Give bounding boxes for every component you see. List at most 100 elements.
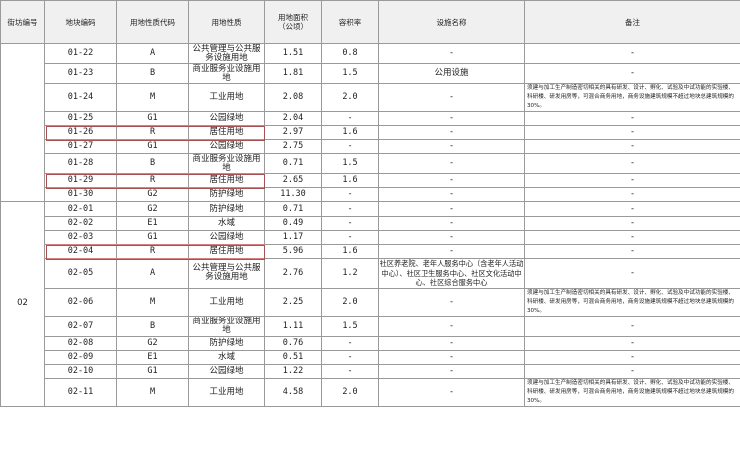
far-cell: 0.8 <box>321 43 379 64</box>
far-cell: 2.0 <box>321 287 379 317</box>
plot-code-cell: 02-09 <box>44 349 117 365</box>
note-cell: - <box>524 139 740 154</box>
land-use-code-cell: G1 <box>116 230 189 245</box>
facility-cell: - <box>378 125 525 140</box>
facility-cell: 社区养老院、老年人服务中心（含老年人活动中心）、社区卫生服务中心、社区文化活动中… <box>378 258 525 289</box>
land-use-cell: 商业服务业设施用地 <box>188 315 265 337</box>
plot-code-cell: 01-27 <box>44 139 117 154</box>
plot-code-cell: 02-04 <box>44 244 117 259</box>
plot-code-cell: 02-01 <box>44 201 117 217</box>
far-cell: 1.6 <box>321 173 379 188</box>
area-cell: 2.04 <box>264 111 322 126</box>
land-use-cell: 工业用地 <box>188 377 265 407</box>
land-use-code-cell: M <box>116 377 189 407</box>
table-row: 01-29 R 居住用地 2.65 1.6- - <box>1 173 740 188</box>
area-cell: 1.81 <box>264 63 322 84</box>
note-cell: - <box>524 153 740 174</box>
table-row: 02-09 E1 水域 0.51- - - <box>1 349 740 365</box>
far-cell: 1.5 <box>321 153 379 174</box>
land-use-cell: 公园绿地 <box>188 139 265 154</box>
far-cell: 1.6 <box>321 125 379 140</box>
area-cell: 0.71 <box>264 201 322 217</box>
note-cell: - <box>524 244 740 259</box>
district-01-cell <box>0 43 45 202</box>
plot-code-cell: 02-05 <box>44 258 117 289</box>
plot-code-cell: 01-25 <box>44 111 117 126</box>
facility-cell: - <box>378 43 525 64</box>
land-use-cell: 防护绿地 <box>188 187 265 202</box>
note-cell: - <box>524 258 740 289</box>
table-row: 01-23 B 商业服务业设施用地 1.81 1.5 公用设施 - <box>1 63 740 84</box>
area-cell: 11.30 <box>264 187 322 202</box>
table-row: 02-05 A 公共管理与公共服务设施用地 2.76 1.2 社区养老院、老年人服务中心（… <box>1 258 740 289</box>
far-cell: - <box>321 335 379 351</box>
plot-code-cell: 02-03 <box>44 230 117 245</box>
plot-code-cell: 02-10 <box>44 363 117 379</box>
plot-code-cell: 02-11 <box>44 377 117 407</box>
area-cell: 2.08 <box>264 83 322 112</box>
facility-cell: - <box>378 363 525 379</box>
facility-cell: - <box>378 139 525 154</box>
plot-code-cell: 01-28 <box>44 153 117 174</box>
area-cell: 1.22 <box>264 363 322 379</box>
table-row: 02 02-01 G2 防护绿地 0.71- - - <box>0 201 740 407</box>
facility-cell: - <box>378 111 525 126</box>
far-cell: - <box>321 187 379 202</box>
far-cell: - <box>321 230 379 245</box>
land-use-table-page: 街坊编号 地块编码 用地性质代码 用地性质 用地面积（公顷） 容积率 设施名称 … <box>0 0 740 473</box>
land-use-code-cell: G1 <box>116 111 189 126</box>
plot-code-cell: 02-08 <box>44 335 117 351</box>
note-cell: - <box>524 125 740 140</box>
land-use-code-cell: R <box>116 244 189 259</box>
table-row: 02-04 R 居住用地 5.96 1.6- - <box>1 244 740 259</box>
plot-code-cell: 01-23 <box>44 63 117 84</box>
land-use-code-cell: E1 <box>116 349 189 365</box>
far-cell: - <box>321 201 379 217</box>
facility-cell: - <box>378 216 525 231</box>
land-use-cell: 居住用地 <box>188 173 265 188</box>
land-use-code-cell: G2 <box>116 187 189 202</box>
area-cell: 2.25 <box>264 287 322 317</box>
land-use-cell: 水域 <box>188 349 265 365</box>
facility-cell: - <box>378 335 525 351</box>
note-cell: - <box>524 216 740 231</box>
table-row: 02-03 G1 公园绿地 1.17- - - <box>1 230 740 245</box>
land-use-cell: 防护绿地 <box>188 201 265 217</box>
note-cell: - <box>524 230 740 245</box>
facility-cell: - <box>378 173 525 188</box>
land-use-code-cell: G2 <box>116 335 189 351</box>
land-use-code-cell: G1 <box>116 363 189 379</box>
far-cell: 1.6 <box>321 244 379 259</box>
table-row: 02-10 G1 公园绿地 1.22- - - <box>1 363 740 379</box>
area-cell: 2.97 <box>264 125 322 140</box>
header-land-use-code: 用地性质代码 <box>116 0 189 44</box>
area-cell: 0.76 <box>264 335 322 351</box>
header-land-use: 用地性质 <box>188 0 265 44</box>
land-use-code-cell: E1 <box>116 216 189 231</box>
land-use-table: 街坊编号 地块编码 用地性质代码 用地性质 用地面积（公顷） 容积率 设施名称 … <box>0 0 740 407</box>
land-use-code-cell: A <box>116 258 189 289</box>
note-cell: - <box>524 201 740 217</box>
table-body: 01-22 A 公共管理与公共服务设施用地 1.51 0.8- -01-23 B 商业服务业设… <box>0 43 740 407</box>
land-use-cell: 水域 <box>188 216 265 231</box>
plot-code-cell: 01-22 <box>44 43 117 64</box>
header-plot-code: 地块编码 <box>44 0 117 44</box>
area-cell: 5.96 <box>264 244 322 259</box>
table-row: 01-27 G1 公园绿地 2.75- - - <box>1 139 740 154</box>
area-cell: 4.58 <box>264 377 322 407</box>
area-cell: 1.51 <box>264 43 322 64</box>
note-cell: - <box>524 187 740 202</box>
table-row: 02-08 G2 防护绿地 0.76- - - <box>1 335 740 351</box>
table-row: 01-30 G2 防护绿地 11.30- - - <box>1 187 740 202</box>
header-district: 街坊编号 <box>0 0 45 44</box>
facility-cell: - <box>378 287 525 317</box>
far-cell: - <box>321 363 379 379</box>
note-cell: - <box>524 315 740 337</box>
land-use-cell: 公园绿地 <box>188 111 265 126</box>
table-row: 01-26 R 居住用地 2.97 1.6- - <box>1 125 740 140</box>
header-facility: 设施名称 <box>378 0 525 44</box>
facility-cell: - <box>378 377 525 407</box>
land-use-cell: 公园绿地 <box>188 363 265 379</box>
table-row: 01-22 A 公共管理与公共服务设施用地 1.51 0.8- - <box>0 43 740 202</box>
plot-code-cell: 02-02 <box>44 216 117 231</box>
